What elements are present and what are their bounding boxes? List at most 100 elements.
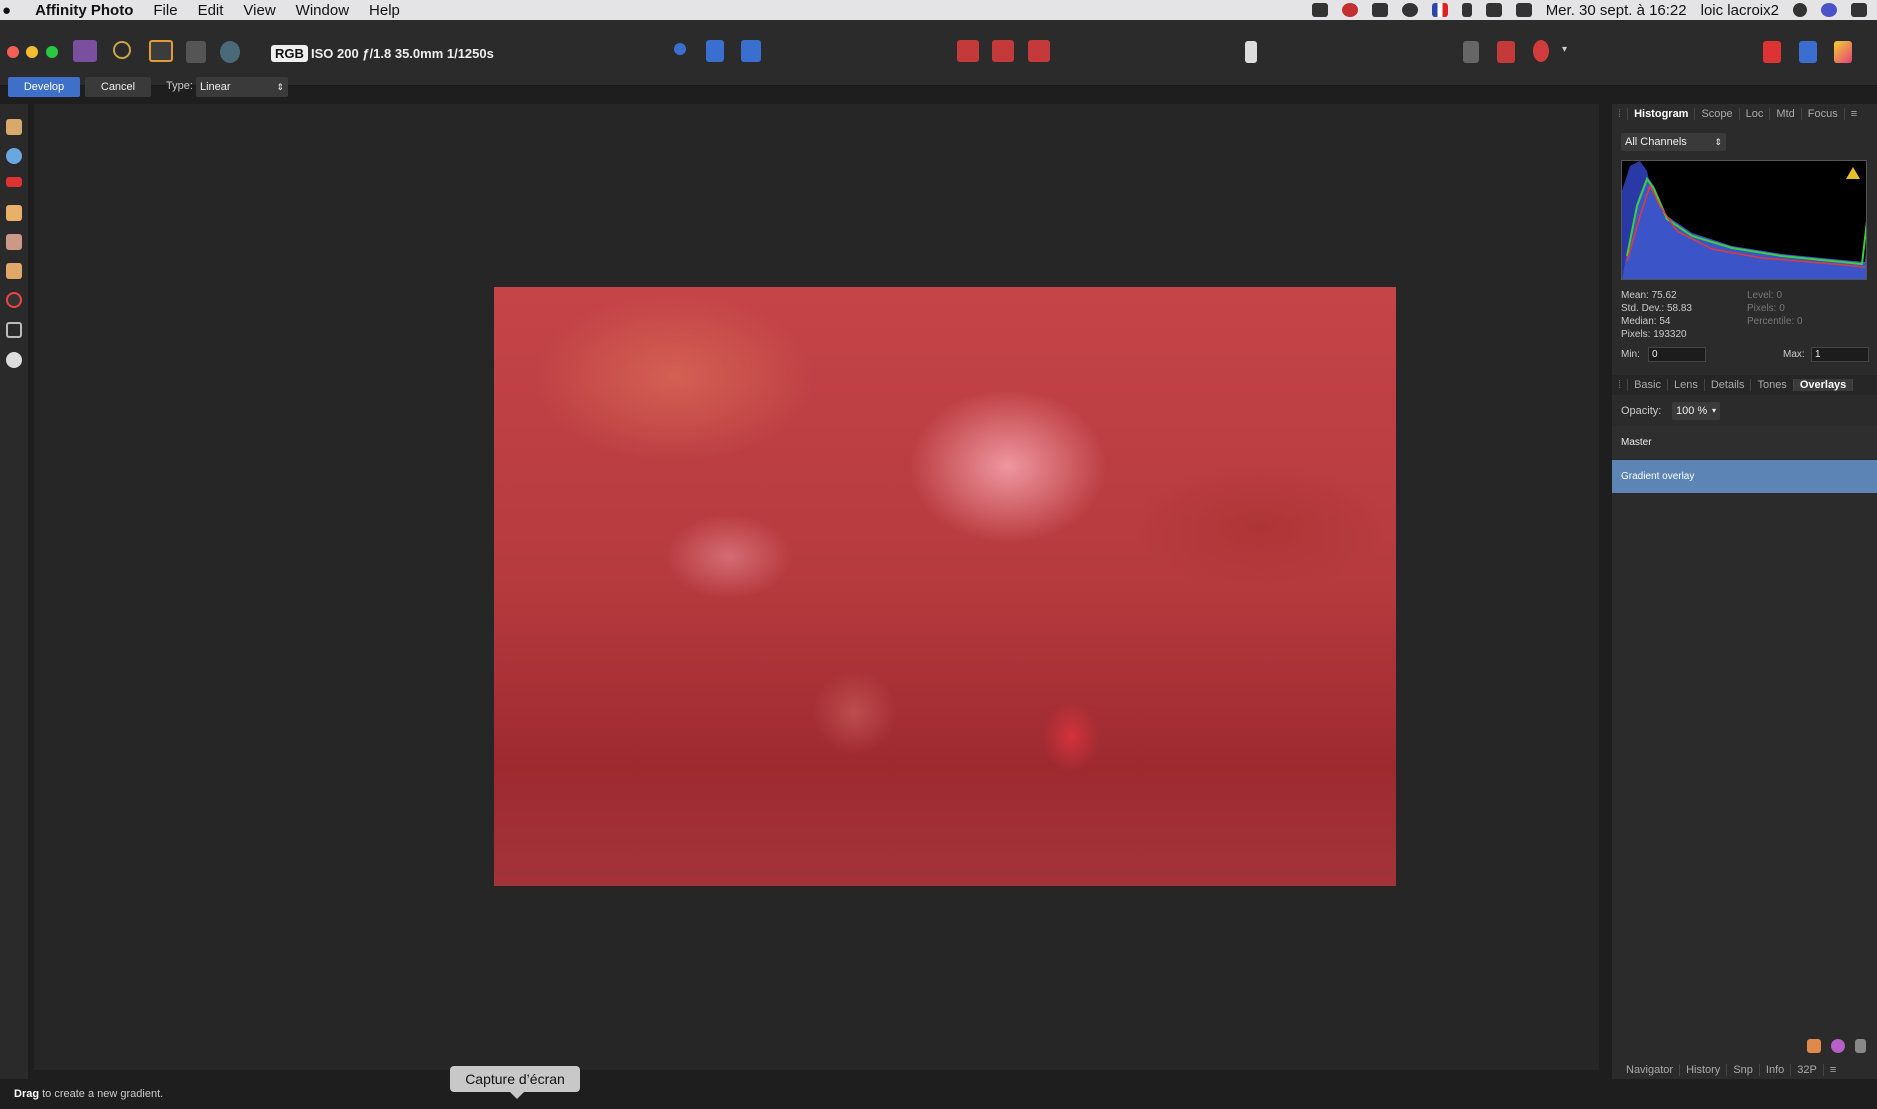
- grid-icon[interactable]: [1463, 41, 1479, 63]
- clipping-highlights-icon[interactable]: [957, 40, 979, 62]
- max-label: Max:: [1783, 349, 1805, 360]
- trash-icon[interactable]: [1855, 1039, 1866, 1053]
- opacity-select[interactable]: 100 % ▾: [1672, 402, 1720, 420]
- tab-details[interactable]: Details: [1705, 379, 1752, 391]
- panel-menu-icon[interactable]: ≡: [1824, 1064, 1842, 1076]
- menu-window[interactable]: Window: [286, 2, 359, 19]
- histogram-tabs: ⁞ Histogram Scope Loc Mtd Focus ≡: [1612, 104, 1877, 124]
- hand-tool-icon[interactable]: [6, 119, 22, 135]
- view-split-icon[interactable]: [706, 40, 724, 62]
- color-panel-icon[interactable]: [1834, 41, 1852, 63]
- app-menu[interactable]: Affinity Photo: [25, 2, 143, 19]
- view-mirror-icon[interactable]: [741, 40, 761, 62]
- cancel-button[interactable]: Cancel: [85, 77, 151, 97]
- screenshot-tooltip: Capture d’écran: [450, 1066, 580, 1099]
- snapping-dropdown-icon[interactable]: ▾: [1562, 44, 1567, 55]
- photo-image[interactable]: [494, 287, 1396, 886]
- wd-drive-icon[interactable]: [1371, 3, 1388, 17]
- minimize-window-button[interactable]: [26, 46, 38, 58]
- photo-persona-icon[interactable]: [73, 40, 97, 62]
- dropbox-icon[interactable]: [1311, 3, 1328, 17]
- apple-menu-icon[interactable]: ●: [0, 2, 11, 19]
- develop-persona-icon[interactable]: [149, 40, 173, 62]
- crop-tool-icon[interactable]: [6, 322, 22, 338]
- red-eye-tool-icon[interactable]: [6, 177, 22, 187]
- status-drag: Drag: [14, 1088, 40, 1100]
- tab-history[interactable]: History: [1680, 1064, 1728, 1076]
- develop-button[interactable]: Develop: [8, 77, 80, 97]
- menu-file[interactable]: File: [143, 2, 187, 19]
- overlay-item-gradient[interactable]: Gradient overlay: [1612, 460, 1877, 493]
- tab-scope[interactable]: Scope: [1695, 108, 1740, 120]
- clipping-tones-icon[interactable]: [1028, 40, 1050, 62]
- menu-view[interactable]: View: [233, 2, 285, 19]
- flag-fr-icon[interactable]: [1431, 3, 1448, 17]
- tab-lens[interactable]: Lens: [1668, 379, 1705, 391]
- user-menu[interactable]: loic lacroix2: [1701, 2, 1779, 19]
- volume-icon[interactable]: [1515, 3, 1532, 17]
- tone-mapping-persona-icon[interactable]: [186, 41, 206, 63]
- stat-pixels: Pixels: 193320: [1621, 329, 1687, 340]
- panel-menu-icon[interactable]: ≡: [1845, 108, 1863, 120]
- stat-pixels-selected: Pixels: 0: [1747, 303, 1785, 314]
- clipping-shadows-icon[interactable]: [992, 40, 1014, 62]
- wifi-icon[interactable]: [1485, 3, 1502, 17]
- clock[interactable]: Mer. 30 sept. à 16:22: [1546, 2, 1687, 19]
- adjustment-tabs: ⁞ Basic Lens Details Tones Overlays: [1612, 375, 1877, 395]
- overlay-gradient-icon[interactable]: [1831, 1039, 1845, 1053]
- tab-tones[interactable]: Tones: [1751, 379, 1794, 391]
- export-persona-icon[interactable]: [220, 41, 240, 63]
- bottom-tabs: Navigator History Snp Info 32P ≡: [1612, 1061, 1877, 1079]
- menu-bar: ● Affinity Photo File Edit View Window H…: [0, 0, 1877, 20]
- assistant-icon[interactable]: [1245, 41, 1257, 63]
- tab-snapshots[interactable]: Snp: [1727, 1064, 1760, 1076]
- tab-info[interactable]: Info: [1760, 1064, 1792, 1076]
- liquify-persona-icon[interactable]: [113, 41, 131, 59]
- tab-basic[interactable]: Basic: [1628, 379, 1668, 391]
- siri-icon[interactable]: [1821, 3, 1837, 17]
- menu-help[interactable]: Help: [359, 2, 410, 19]
- tab-loc[interactable]: Loc: [1740, 108, 1771, 120]
- tools-panel: [0, 104, 28, 1079]
- bluetooth-icon[interactable]: [1461, 3, 1472, 17]
- tab-focus[interactable]: Focus: [1802, 108, 1845, 120]
- guides-icon[interactable]: [1497, 41, 1515, 63]
- tab-mtd[interactable]: Mtd: [1770, 108, 1802, 120]
- spotlight-search-icon[interactable]: [1793, 3, 1807, 17]
- app-status-icon[interactable]: [1341, 3, 1358, 17]
- menu-edit[interactable]: Edit: [188, 2, 234, 19]
- overlay-brush-icon[interactable]: [1807, 1039, 1821, 1053]
- studio-left-icon[interactable]: [1763, 41, 1781, 63]
- histogram-curves: [1622, 161, 1866, 279]
- zoom-window-button[interactable]: [46, 46, 58, 58]
- tab-overlays[interactable]: Overlays: [1793, 379, 1854, 391]
- type-select-value: Linear: [200, 81, 231, 93]
- studio-panel: ⁞ Histogram Scope Loc Mtd Focus ≡ All Ch…: [1612, 104, 1877, 1079]
- view-single-icon[interactable]: [671, 40, 689, 58]
- tab-32p[interactable]: 32P: [1791, 1064, 1824, 1076]
- tab-navigator[interactable]: Navigator: [1620, 1064, 1681, 1076]
- clone-tool-icon[interactable]: [6, 234, 22, 250]
- panel-grip-icon[interactable]: ⁞: [1612, 379, 1629, 391]
- blemish-tool-icon[interactable]: [6, 205, 22, 221]
- stat-percentile: Percentile: 0: [1747, 316, 1803, 327]
- brush-tool-icon[interactable]: [6, 263, 22, 279]
- panel-grip-icon[interactable]: ⁞: [1612, 108, 1629, 120]
- tab-histogram[interactable]: Histogram: [1628, 108, 1696, 120]
- notification-center-icon[interactable]: [1851, 3, 1867, 17]
- channel-select[interactable]: All Channels ⇕: [1621, 133, 1726, 151]
- status-hint: to create a new gradient.: [39, 1088, 164, 1100]
- snapping-icon[interactable]: [1533, 40, 1549, 62]
- type-select[interactable]: Linear ⇕: [196, 77, 288, 97]
- overlay-item-master[interactable]: Master: [1612, 426, 1877, 459]
- white-balance-tool-icon[interactable]: [6, 352, 22, 368]
- stat-std-dev: Std. Dev.: 58.83: [1621, 303, 1692, 314]
- min-field[interactable]: 0: [1648, 347, 1706, 362]
- studio-right-icon[interactable]: [1799, 41, 1817, 63]
- zoom-tool-icon[interactable]: [6, 148, 22, 164]
- time-machine-icon[interactable]: [1401, 3, 1418, 17]
- max-field[interactable]: 1: [1811, 347, 1869, 362]
- close-window-button[interactable]: [7, 46, 19, 58]
- overlay-gradient-tool-icon[interactable]: [6, 292, 22, 308]
- exif-info: ISO 200 ƒ/1.8 35.0mm 1/1250s: [311, 46, 494, 61]
